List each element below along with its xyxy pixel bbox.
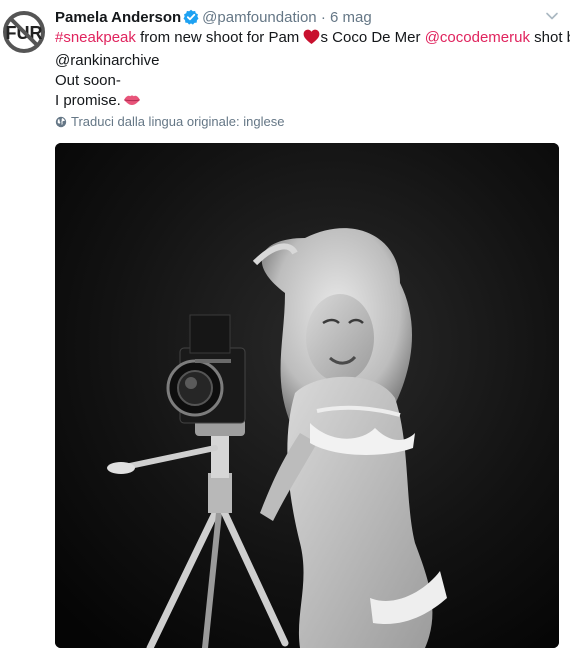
mention-rankinarchive[interactable]: @rankinarchive: [55, 52, 159, 69]
author-name[interactable]: Pamela Anderson: [55, 9, 181, 26]
header-separator: ·: [320, 9, 326, 26]
tweet-text-line-4-text: I promise.: [55, 92, 121, 109]
tweet-timestamp[interactable]: 6 mag: [330, 9, 372, 26]
tweet-header: Pamela Anderson @pamfoundation · 6 mag: [55, 8, 540, 28]
translate-label: Traduci dalla lingua originale: inglese: [71, 114, 285, 129]
kiss-mark-emoji: [123, 93, 141, 113]
tweet-text-line-3: Out soon-: [55, 72, 121, 89]
tweet-text: #sneakpeak from new shoot for Pam s Coco…: [55, 28, 570, 113]
hashtag-link[interactable]: #sneakpeak: [55, 29, 136, 46]
red-heart-emoji: [303, 29, 320, 51]
mention-cocodemeruk[interactable]: @cocodemeruk: [425, 29, 530, 46]
chevron-down-icon[interactable]: [544, 8, 560, 24]
tweet-text-line-2: @rankinarchive: [55, 51, 560, 71]
globe-icon: [55, 116, 67, 132]
photo-image: [55, 143, 559, 648]
avatar[interactable]: FUR: [2, 10, 46, 54]
author-handle[interactable]: @pamfoundation: [202, 9, 316, 26]
translate-link[interactable]: Traduci dalla lingua originale: inglese: [55, 114, 284, 132]
tweet-text-part-1: from new shoot for Pam: [135, 29, 304, 46]
no-fur-logo: FUR: [3, 11, 45, 53]
tweet-photo[interactable]: [55, 143, 559, 648]
tweet-text-part-3: shot by: [534, 29, 570, 46]
tweet-text-line-4: I promise.: [55, 91, 560, 113]
tweet-text-part-2: s Coco De Mer: [320, 29, 425, 46]
tweet-text-line-1: #sneakpeak from new shoot for Pam s Coco…: [55, 28, 570, 51]
